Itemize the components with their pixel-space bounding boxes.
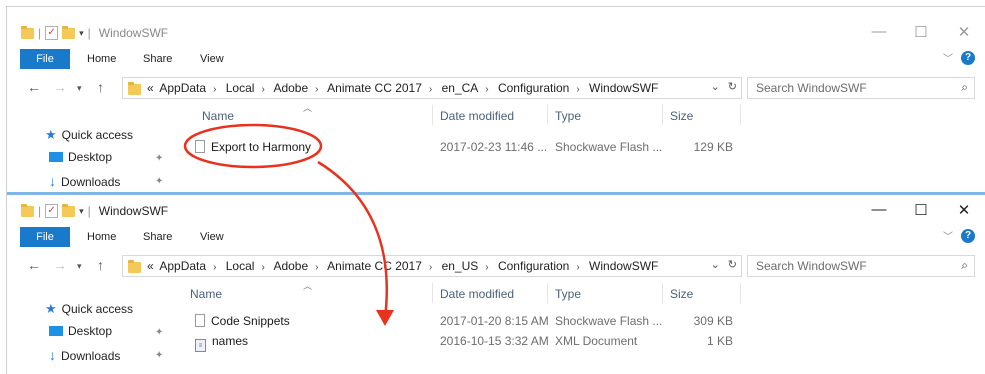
annotation-arrow bbox=[317, 160, 388, 319]
annotation-overlay bbox=[183, 123, 394, 326]
highlight-circle bbox=[183, 123, 323, 169]
arrow-head-icon bbox=[376, 310, 394, 326]
